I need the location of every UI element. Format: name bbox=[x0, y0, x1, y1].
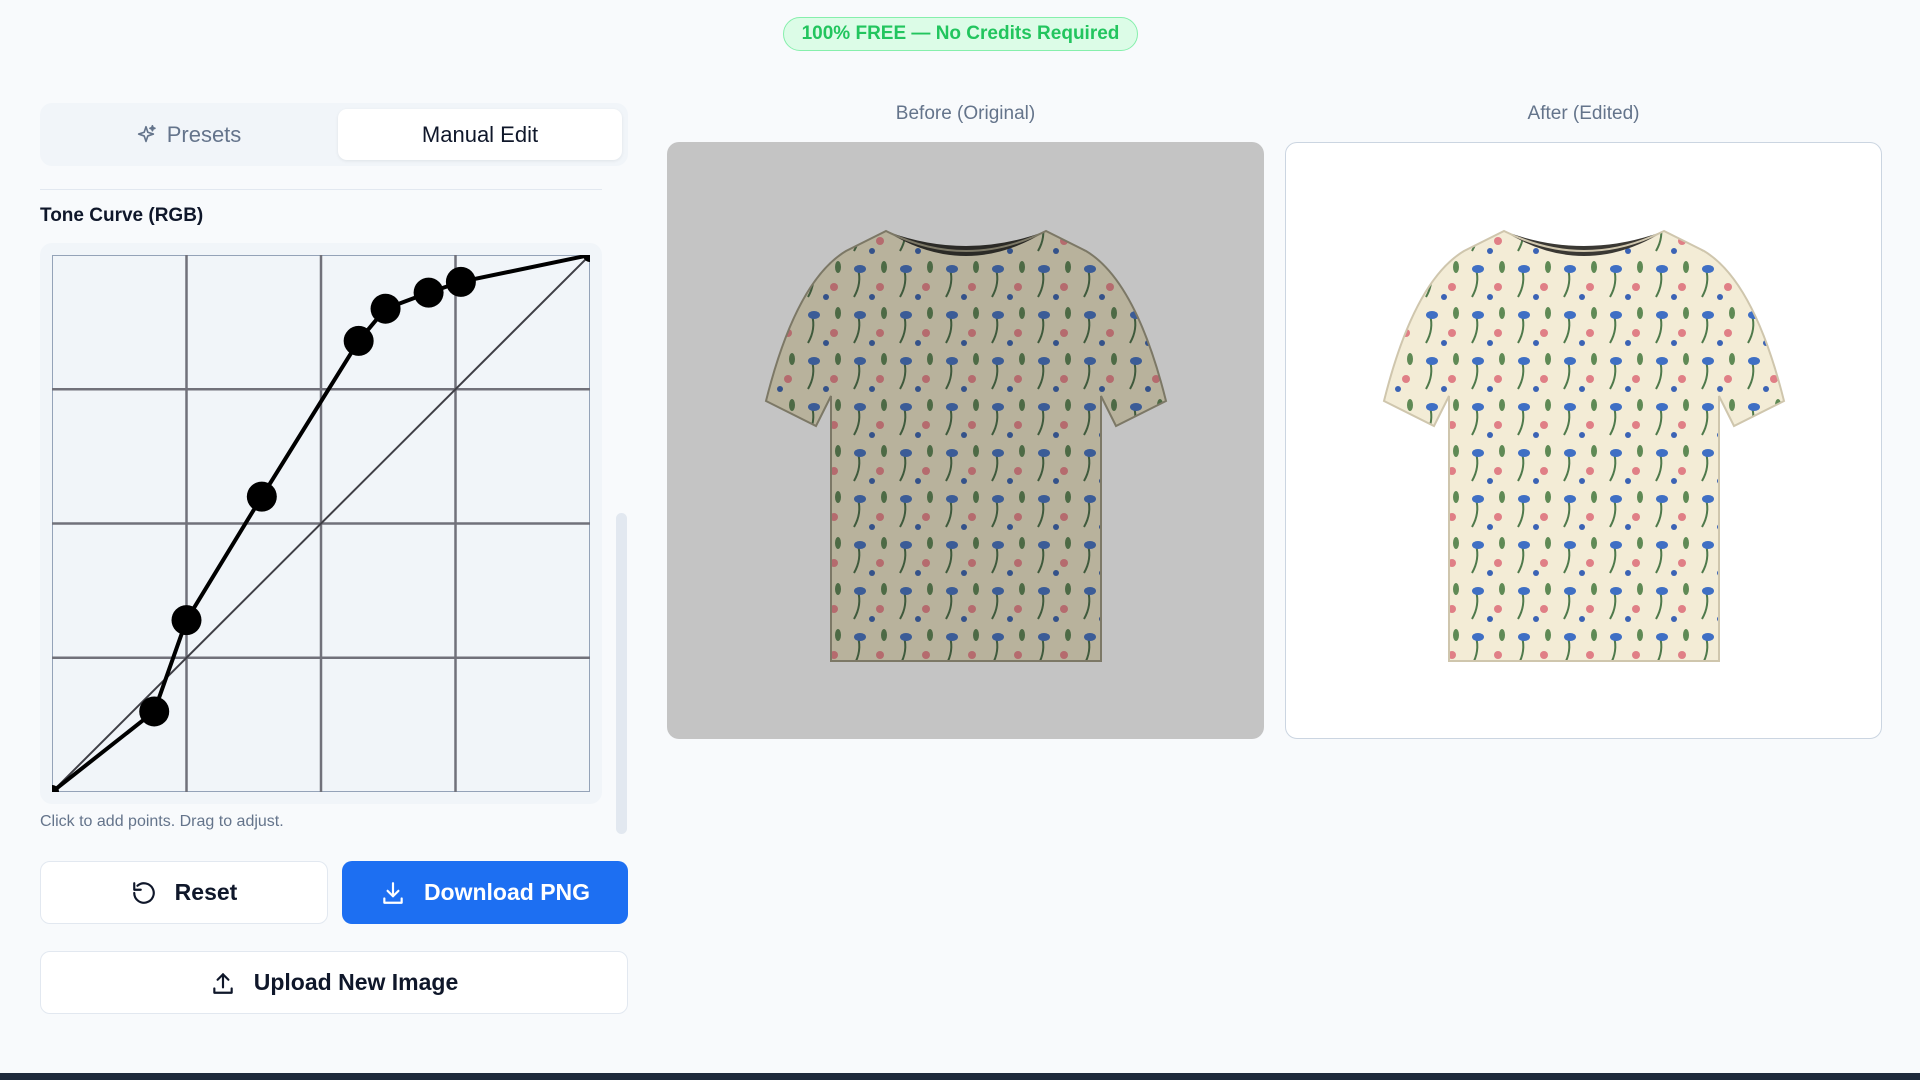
reset-button[interactable]: Reset bbox=[40, 861, 328, 924]
curve-control-point[interactable] bbox=[343, 325, 374, 356]
section-divider bbox=[40, 189, 602, 190]
curve-hint: Click to add points. Drag to adjust. bbox=[40, 813, 284, 830]
download-label: Download PNG bbox=[423, 879, 591, 905]
tone-curve-title: Tone Curve (RGB) bbox=[40, 205, 204, 226]
tone-curve-card bbox=[40, 243, 602, 804]
upload-icon bbox=[213, 972, 233, 994]
free-badge: 100% FREE — No Credits Required bbox=[783, 17, 1138, 51]
curve-control-point[interactable] bbox=[171, 605, 202, 636]
curve-control-point[interactable] bbox=[139, 696, 170, 727]
upload-new-image-button[interactable]: Upload New Image bbox=[40, 951, 628, 1014]
before-label: Before (Original) bbox=[895, 103, 1036, 124]
reset-label: Reset bbox=[174, 879, 238, 905]
curve-control-point[interactable] bbox=[445, 266, 476, 297]
tab-manual-edit-label: Manual Edit bbox=[421, 121, 539, 147]
tab-presets-label: Presets bbox=[166, 121, 242, 147]
reset-icon bbox=[132, 881, 155, 904]
curve-control-point[interactable] bbox=[370, 293, 401, 324]
tab-manual-edit[interactable]: Manual Edit bbox=[338, 109, 622, 160]
tone-curve-editor[interactable] bbox=[52, 255, 590, 792]
sparkles-icon bbox=[137, 124, 156, 142]
after-image-panel bbox=[1285, 142, 1882, 739]
taskbar-strip bbox=[0, 1073, 1920, 1080]
edit-mode-tabs: Presets Manual Edit bbox=[40, 103, 628, 166]
after-label: After (Edited) bbox=[1527, 103, 1640, 124]
before-image-panel bbox=[667, 142, 1264, 739]
curve-control-point[interactable] bbox=[413, 277, 444, 308]
upload-label: Upload New Image bbox=[253, 969, 459, 995]
download-icon bbox=[383, 881, 403, 904]
curve-control-point[interactable] bbox=[246, 481, 277, 512]
after-shirt-image bbox=[1382, 229, 1785, 662]
scrollbar-thumb[interactable] bbox=[616, 513, 627, 834]
before-shirt-image bbox=[764, 229, 1167, 662]
download-png-button[interactable]: Download PNG bbox=[342, 861, 628, 924]
tab-presets[interactable]: Presets bbox=[46, 109, 330, 160]
